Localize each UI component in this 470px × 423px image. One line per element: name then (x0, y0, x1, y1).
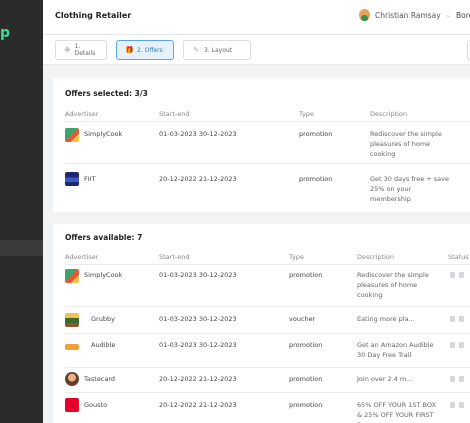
divider (65, 392, 470, 393)
flag-icon[interactable] (459, 342, 464, 348)
available-offers-card: Offers available: 7 Advertiser Start-end… (53, 224, 470, 423)
offer-description: Rediscover the simple pleasures of home … (370, 130, 442, 158)
gift-icon: 🎁 (125, 46, 134, 54)
step-label: 1. Details (74, 43, 96, 57)
advertiser-name: SimplyCook (84, 271, 123, 279)
start-end-dates: 01-03-2023 30-12-2023 (159, 315, 237, 323)
col-type: Type (289, 253, 304, 261)
step-layout[interactable]: ✎ 3. Layout (183, 40, 251, 60)
app-logo-icon[interactable]: p (0, 26, 10, 40)
offer-description: Rediscover the simple pleasures of home … (357, 271, 429, 299)
col-description: Description (370, 110, 408, 118)
selected-offers-title: Offers selected: 3/3 (65, 89, 148, 98)
advertiser-name: Tastecard (84, 375, 116, 383)
offer-type: promotion (289, 271, 323, 279)
top-header: Clothing Retailer Christian Ramsay ⌄ Bor… (43, 0, 470, 35)
advertiser-name: Grubby (91, 315, 115, 323)
page-title: Clothing Retailer (55, 11, 132, 20)
flag-icon[interactable] (459, 376, 464, 382)
sidebar-active-item[interactable] (0, 240, 43, 256)
grubby-logo (65, 313, 79, 327)
advertiser-name: FIIT (84, 175, 96, 183)
fiit-logo (65, 172, 79, 186)
status-icons (450, 402, 464, 408)
divider (65, 163, 470, 164)
chevron-down-icon: ⌄ (445, 11, 451, 19)
advertiser-name: Gousto (84, 401, 108, 409)
wizard-steps: ✥ 1. Details 🎁 2. Offers ✎ 3. Layout (43, 35, 470, 65)
divider (65, 264, 470, 265)
flag-icon[interactable] (459, 272, 464, 278)
offer-type: promotion (299, 175, 333, 183)
status-icons (450, 316, 464, 322)
start-end-dates: 01-03-2023 30-12-2023 (159, 341, 237, 349)
flag-icon[interactable] (459, 402, 464, 408)
advertiser-name: SimplyCook (84, 130, 123, 138)
audible-logo (65, 344, 79, 350)
offer-type: promotion (289, 401, 323, 409)
col-start-end: Start-end (159, 253, 190, 261)
user-menu[interactable]: Christian Ramsay ⌄ (359, 9, 451, 21)
divider (65, 333, 470, 334)
start-end-dates: 20-12-2022 21-12-2023 (159, 175, 237, 183)
gousto-logo (65, 398, 79, 412)
offer-type: voucher (289, 315, 316, 323)
offer-description: 65% OFF YOUR 1ST BOX & 25% OFF YOUR FIRS… (357, 401, 437, 423)
start-end-dates: 01-03-2023 30-12-2023 (159, 130, 237, 138)
col-advertiser: Advertiser (65, 253, 99, 261)
divider (65, 121, 470, 122)
col-status: Status (448, 253, 469, 261)
flag-icon[interactable] (459, 316, 464, 322)
user-name: Christian Ramsay (375, 10, 441, 20)
doc-icon[interactable] (450, 402, 455, 408)
offer-description: Join over 2.4 m... (357, 375, 413, 383)
col-start-end: Start-end (159, 110, 190, 118)
simplycook-logo (65, 128, 79, 142)
col-type: Type (299, 110, 314, 118)
org-switcher[interactable]: Bored (456, 11, 470, 20)
col-advertiser: Advertiser (65, 110, 99, 118)
offer-description: Get an Amazon Audible 30 Day Free Trail (357, 341, 434, 359)
step-offers[interactable]: 🎁 2. Offers (116, 40, 174, 60)
col-description: Description (357, 253, 395, 261)
avatar (359, 9, 370, 21)
divider (65, 367, 470, 368)
status-icons (450, 272, 464, 278)
step-label: 3. Layout (204, 46, 233, 54)
simplycook-logo (65, 269, 79, 283)
tastecard-logo (65, 372, 79, 386)
doc-icon[interactable] (450, 272, 455, 278)
doc-icon[interactable] (450, 342, 455, 348)
gear-icon: ✥ (64, 46, 71, 54)
start-end-dates: 20-12-2022 21-12-2023 (159, 375, 237, 383)
step-details[interactable]: ✥ 1. Details (55, 40, 107, 60)
divider (65, 306, 470, 307)
pencil-icon: ✎ (193, 46, 199, 54)
start-end-dates: 20-12-2022 21-12-2023 (159, 401, 237, 409)
offer-description: Get 30 days free + save 25% on your memb… (370, 175, 450, 203)
offer-description: Eating more pla... (357, 315, 415, 323)
start-end-dates: 01-03-2023 30-12-2023 (159, 271, 237, 279)
step-label: 2. Offers (137, 46, 163, 54)
doc-icon[interactable] (450, 316, 455, 322)
advertiser-name: Audible (91, 341, 116, 349)
sidebar: p (0, 0, 43, 423)
doc-icon[interactable] (450, 376, 455, 382)
offer-type: promotion (289, 375, 323, 383)
status-icons (450, 342, 464, 348)
offer-type: promotion (299, 130, 333, 138)
status-icons (450, 376, 464, 382)
offer-type: promotion (289, 341, 323, 349)
available-offers-title: Offers available: 7 (65, 233, 143, 242)
selected-offers-card: Offers selected: 3/3 Advertiser Start-en… (53, 78, 470, 212)
